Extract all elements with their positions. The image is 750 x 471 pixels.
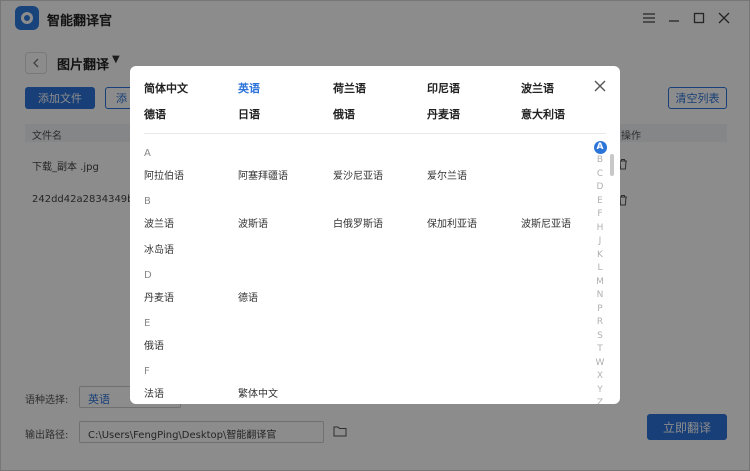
language-option[interactable]: 俄语 <box>144 337 164 352</box>
alphabet-index: ABCDEFHJKLMNPRSTWXYZ <box>593 141 607 404</box>
language-option[interactable]: 德语 <box>238 289 258 304</box>
language-option[interactable]: 波兰语 <box>144 215 174 230</box>
top-language-option[interactable]: 印尼语 <box>427 80 460 96</box>
language-option[interactable]: 波斯语 <box>238 215 268 230</box>
alphabet-letter[interactable]: A <box>593 141 607 154</box>
language-option[interactable]: 爱尔兰语 <box>427 167 467 182</box>
top-language-option[interactable]: 意大利语 <box>521 106 565 122</box>
close-icon[interactable] <box>593 79 607 93</box>
top-language-option[interactable]: 英语 <box>238 80 260 96</box>
alphabet-letter[interactable]: N <box>593 289 607 303</box>
alphabet-letter[interactable]: F <box>593 208 607 222</box>
section-letter: B <box>144 196 151 207</box>
alphabet-letter[interactable]: Y <box>593 384 607 398</box>
language-option[interactable]: 白俄罗斯语 <box>333 215 383 230</box>
top-language-option[interactable]: 丹麦语 <box>427 106 460 122</box>
alphabet-letter[interactable]: X <box>593 370 607 384</box>
language-option[interactable]: 繁体中文 <box>238 385 278 400</box>
language-option[interactable]: 冰岛语 <box>144 241 174 256</box>
alphabet-letter[interactable]: M <box>593 276 607 290</box>
top-language-option[interactable]: 德语 <box>144 106 166 122</box>
language-option[interactable]: 爱沙尼亚语 <box>333 167 383 182</box>
top-language-option[interactable]: 日语 <box>238 106 260 122</box>
divider <box>144 133 606 134</box>
top-language-option[interactable]: 俄语 <box>333 106 355 122</box>
section-letter: E <box>144 318 151 329</box>
language-option[interactable]: 丹麦语 <box>144 289 174 304</box>
section-letter: F <box>144 366 150 377</box>
language-option[interactable]: 保加利亚语 <box>427 215 477 230</box>
alphabet-letter[interactable]: K <box>593 249 607 263</box>
alphabet-letter[interactable]: D <box>593 181 607 195</box>
language-picker-modal: 简体中文 英语 荷兰语 印尼语 波兰语 德语 日语 俄语 丹麦语 意大利语 A 阿拉伯语 阿塞拜疆语爱… <box>130 66 620 404</box>
alphabet-letter[interactable]: T <box>593 343 607 357</box>
alphabet-letter[interactable]: P <box>593 303 607 317</box>
top-language-option[interactable]: 波兰语 <box>521 80 554 96</box>
alphabet-letter[interactable]: Z <box>593 397 607 404</box>
language-option[interactable]: 阿拉伯语 <box>144 167 184 182</box>
alphabet-letter[interactable]: W <box>593 357 607 371</box>
alphabet-letter[interactable]: J <box>593 235 607 249</box>
alphabet-letter[interactable]: E <box>593 195 607 209</box>
alphabet-letter[interactable]: R <box>593 316 607 330</box>
language-option[interactable]: 波斯尼亚语 <box>521 215 571 230</box>
alphabet-letter[interactable]: C <box>593 168 607 182</box>
top-language-option[interactable]: 简体中文 <box>144 80 188 96</box>
section-letter: A <box>144 148 151 159</box>
scrollbar[interactable] <box>610 154 614 176</box>
alphabet-letter[interactable]: B <box>593 154 607 168</box>
language-option[interactable]: 法语 <box>144 385 164 400</box>
section-letter: D <box>144 270 152 281</box>
alphabet-letter[interactable]: H <box>593 222 607 236</box>
alphabet-letter[interactable]: S <box>593 330 607 344</box>
language-option[interactable]: 阿塞拜疆语 <box>238 167 288 182</box>
top-language-option[interactable]: 荷兰语 <box>333 80 366 96</box>
alphabet-letter[interactable]: L <box>593 262 607 276</box>
